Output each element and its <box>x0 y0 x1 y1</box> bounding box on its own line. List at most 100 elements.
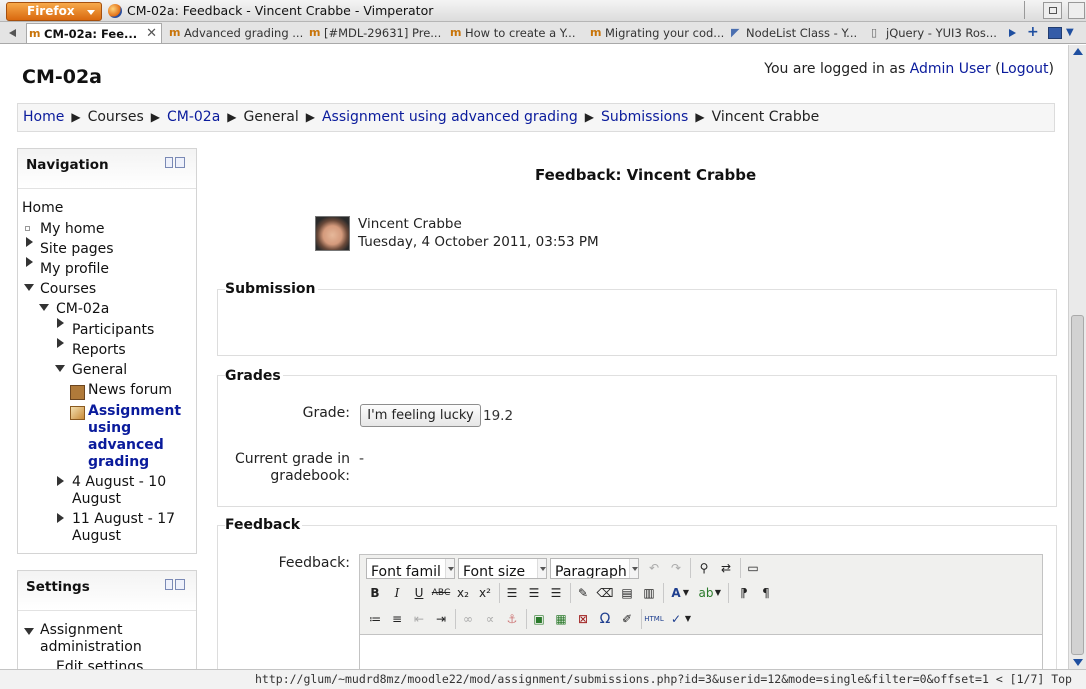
collapse-icon[interactable] <box>55 365 65 372</box>
nav-my-home[interactable]: My home <box>40 221 105 237</box>
nav-reports[interactable]: Reports <box>72 342 126 358</box>
indent-icon[interactable]: ⇥ <box>431 609 451 629</box>
undo-icon[interactable]: ↶ <box>644 558 664 578</box>
font-size-select[interactable]: Font size <box>458 558 547 579</box>
outdent-icon[interactable]: ⇤ <box>409 609 429 629</box>
chevron-down-icon[interactable]: ▼ <box>682 583 690 603</box>
feeling-lucky-button[interactable]: I'm feeling lucky <box>360 404 481 427</box>
logout-link[interactable]: Logout <box>1001 61 1049 77</box>
close-window-button[interactable] <box>1068 2 1085 19</box>
expand-icon[interactable] <box>57 318 64 328</box>
tab[interactable]: m Advanced grading ... <box>167 23 305 43</box>
scroll-down-icon[interactable] <box>1073 659 1083 666</box>
highlight-color-icon[interactable]: ab <box>696 583 716 603</box>
close-tab-icon[interactable]: ✕ <box>146 24 157 43</box>
special-char-icon[interactable]: Ω <box>595 609 615 629</box>
underline-icon[interactable]: U <box>409 583 429 603</box>
tab[interactable]: m Migrating your cod... <box>588 23 728 43</box>
nav-week-2[interactable]: 11 August - 17 August <box>72 511 175 545</box>
collapse-icon[interactable] <box>24 284 34 291</box>
collapse-icon[interactable] <box>24 628 34 635</box>
anchor-icon[interactable]: ⚓ <box>502 609 522 629</box>
rtl-icon[interactable]: ¶ <box>756 583 776 603</box>
page-scrollbar[interactable] <box>1068 45 1086 669</box>
hide-block-icon[interactable] <box>165 579 173 590</box>
strikethrough-icon[interactable]: ABC <box>431 583 451 603</box>
nav-participants[interactable]: Participants <box>72 322 154 338</box>
bullet-list-icon[interactable]: ≔ <box>365 609 385 629</box>
nav-site-pages[interactable]: Site pages <box>40 241 114 257</box>
superscript-icon[interactable]: x² <box>475 583 495 603</box>
search-icon[interactable]: ⚲ <box>694 558 714 578</box>
nav-assignment-administration[interactable]: Assignment administration <box>40 622 142 656</box>
breadcrumb-submissions[interactable]: Submissions <box>601 109 688 125</box>
spellcheck-icon[interactable]: ✓ <box>666 609 686 629</box>
align-left-icon[interactable]: ☰ <box>502 583 522 603</box>
link-icon[interactable]: ∞ <box>458 609 478 629</box>
eraser-icon[interactable]: ⌫ <box>595 583 615 603</box>
expand-icon[interactable] <box>26 237 33 247</box>
expand-icon[interactable] <box>57 476 64 486</box>
collapse-icon[interactable] <box>39 304 49 311</box>
nav-courses[interactable]: Courses <box>40 281 96 297</box>
bold-icon[interactable]: B <box>365 583 385 603</box>
nav-home[interactable]: Home <box>22 200 63 216</box>
media-icon[interactable]: ▦ <box>551 609 571 629</box>
chevron-down-icon[interactable]: ▼ <box>684 609 692 629</box>
tab[interactable]: ◤ NodeList Class - Y... <box>729 23 868 43</box>
tab[interactable]: m [#MDL-29631] Pre... <box>307 23 447 43</box>
tab[interactable]: ▯ jQuery - YUI3 Ros... <box>869 23 1004 43</box>
dock-block-icon[interactable] <box>175 579 185 590</box>
tab-list-icon[interactable] <box>1048 27 1062 39</box>
nav-week-line: 11 August - 17 <box>72 511 176 527</box>
italic-icon[interactable]: I <box>387 583 407 603</box>
user-profile-link[interactable]: Admin User <box>910 61 991 77</box>
scroll-up-icon[interactable] <box>1073 48 1083 55</box>
tab-scroll-right-icon[interactable] <box>1009 29 1016 37</box>
ltr-icon[interactable]: ⁋ <box>734 583 754 603</box>
align-right-icon[interactable]: ☰ <box>546 583 566 603</box>
nav-my-profile[interactable]: My profile <box>40 261 109 277</box>
nav-edit-settings[interactable]: Edit settings <box>56 659 143 669</box>
breadcrumb-assignment[interactable]: Assignment using advanced grading <box>322 109 578 125</box>
edit-icon[interactable]: ✐ <box>617 609 637 629</box>
dock-block-icon[interactable] <box>175 157 185 168</box>
nav-news-forum[interactable]: News forum <box>88 382 172 398</box>
avatar[interactable] <box>315 216 350 251</box>
expand-icon[interactable] <box>57 513 64 523</box>
scrollbar-thumb[interactable] <box>1071 315 1084 655</box>
cleanup-icon[interactable]: ✎ <box>573 583 593 603</box>
subscript-icon[interactable]: x₂ <box>453 583 473 603</box>
feedback-editor-area[interactable] <box>360 634 1042 669</box>
nav-course[interactable]: CM-02a <box>56 301 109 317</box>
replace-icon[interactable]: ⇄ <box>716 558 736 578</box>
tab[interactable]: m How to create a Y... <box>448 23 586 43</box>
tab-active[interactable]: m CM-02a: Fee... ✕ <box>26 23 162 43</box>
new-tab-icon[interactable]: + <box>1027 24 1039 40</box>
redo-icon[interactable]: ↷ <box>666 558 686 578</box>
nav-general[interactable]: General <box>72 362 127 378</box>
paste-text-icon[interactable]: ▤ <box>617 583 637 603</box>
numbered-list-icon[interactable]: ≡ <box>387 609 407 629</box>
unlink-icon[interactable]: ∝ <box>480 609 500 629</box>
font-family-select[interactable]: Font famil <box>366 558 455 579</box>
nav-week-1[interactable]: 4 August - 10 August <box>72 474 166 508</box>
maximize-button[interactable] <box>1043 2 1062 19</box>
paragraph-select[interactable]: Paragraph <box>550 558 639 579</box>
fullscreen-icon[interactable]: ▭ <box>743 558 763 578</box>
hide-block-icon[interactable] <box>165 157 173 168</box>
image-icon[interactable]: ▣ <box>529 609 549 629</box>
paste-word-icon[interactable]: ▥ <box>639 583 659 603</box>
nav-assignment[interactable]: Assignment using advanced grading <box>88 403 181 471</box>
html-icon[interactable]: HTML <box>644 609 664 629</box>
expand-icon[interactable] <box>57 338 64 348</box>
firefox-menu-button[interactable]: Firefox <box>6 2 102 21</box>
chevron-down-icon[interactable]: ▼ <box>714 583 722 603</box>
tab-scroll-left-icon[interactable] <box>9 29 16 37</box>
align-center-icon[interactable]: ☰ <box>524 583 544 603</box>
breadcrumb-home[interactable]: Home <box>23 109 64 125</box>
breadcrumb-course[interactable]: CM-02a <box>167 109 220 125</box>
expand-icon[interactable] <box>26 257 33 267</box>
nolink-icon[interactable]: ⊠ <box>573 609 593 629</box>
chevron-down-icon[interactable]: ▼ <box>1066 27 1074 38</box>
